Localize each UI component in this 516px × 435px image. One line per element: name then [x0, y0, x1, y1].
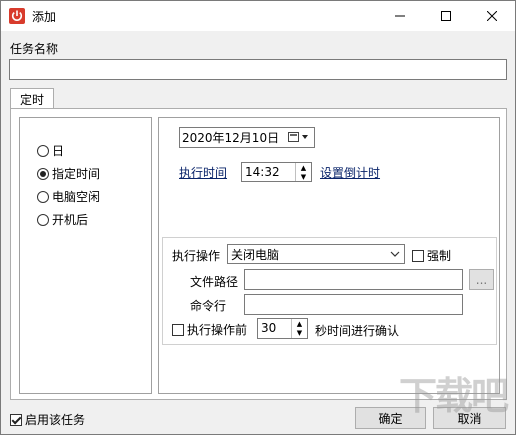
radio-label: 电脑空闲 — [52, 190, 101, 204]
confirm-suffix-label: 秒时间进行确认 — [315, 324, 400, 338]
confirm-seconds-value: 30 — [261, 321, 277, 335]
confirm-before-label: 执行操作前 — [187, 323, 248, 337]
date-value: 2020年12月10日 — [182, 131, 280, 145]
watermark-logo: 下载吧 — [398, 374, 509, 418]
radio-label: 日 — [52, 144, 65, 158]
close-icon — [487, 11, 497, 21]
minimize-button[interactable] — [377, 1, 423, 31]
title-bar: 添加 — [1, 1, 515, 31]
radio-circle — [37, 167, 49, 180]
radio-idle[interactable]: 电脑空闲 — [37, 188, 100, 205]
action-selected-value: 关闭电脑 — [231, 247, 280, 262]
radio-circle — [37, 190, 49, 203]
enable-task-label: 启用该任务 — [25, 413, 86, 427]
minimize-icon — [395, 15, 405, 17]
countdown-link[interactable]: 设置倒计时 — [320, 164, 380, 181]
radio-label: 指定时间 — [52, 167, 101, 181]
force-label: 强制 — [427, 249, 452, 263]
command-input[interactable] — [244, 294, 463, 315]
exec-time-link[interactable]: 执行时间 — [179, 164, 227, 181]
tab-schedule[interactable]: 定时 — [10, 88, 54, 109]
date-picker[interactable]: 2020年12月10日 — [179, 127, 315, 148]
window-title: 添加 — [32, 10, 57, 24]
file-path-label: 文件路径 — [190, 275, 239, 289]
force-checkbox[interactable]: 强制 — [412, 247, 451, 264]
action-select[interactable]: 关闭电脑 — [227, 244, 405, 264]
maximize-icon — [441, 11, 451, 21]
checkbox-box — [412, 249, 424, 262]
trigger-group: 日 指定时间 电脑空闲 开机后 — [19, 117, 152, 394]
task-name-input[interactable] — [9, 59, 507, 80]
task-name-label: 任务名称 — [10, 42, 59, 56]
spin-down-icon[interactable]: ▼ — [292, 329, 307, 339]
browse-button[interactable]: ... — [469, 269, 494, 290]
action-group: 执行操作 关闭电脑 强制 文件路径 ... 命令行 执行操作前 30 ▲ ▼ 秒… — [162, 237, 497, 345]
radio-day[interactable]: 日 — [37, 142, 64, 159]
time-spin-arrows[interactable]: ▲ ▼ — [295, 163, 311, 181]
action-label: 执行操作 — [172, 249, 221, 263]
spin-up-icon[interactable]: ▲ — [296, 163, 311, 172]
file-path-input[interactable] — [244, 269, 463, 290]
radio-label: 开机后 — [52, 213, 89, 227]
schedule-group: 2020年12月10日 执行时间 14:32 ▲ ▼ 设置倒计时 执行操作 关闭… — [158, 117, 500, 394]
chevron-down-icon — [390, 248, 400, 262]
calendar-dropdown-icon[interactable] — [288, 131, 310, 146]
spin-down-icon[interactable]: ▼ — [296, 172, 311, 181]
enable-task-checkbox[interactable]: 启用该任务 — [10, 411, 85, 428]
confirm-seconds-spinner[interactable]: 30 ▲ ▼ — [257, 318, 308, 339]
spin-up-icon[interactable]: ▲ — [292, 319, 307, 329]
dialog-window: 添加 任务名称 定时 日 指定时间 电脑空闲 开机后 2020年12月10日 执… — [0, 0, 516, 435]
confirm-before-checkbox[interactable]: 执行操作前 — [172, 321, 247, 338]
radio-after-boot[interactable]: 开机后 — [37, 211, 88, 228]
tab-panel: 日 指定时间 电脑空闲 开机后 2020年12月10日 执行时间 14:32 ▲… — [10, 108, 507, 400]
close-button[interactable] — [469, 1, 515, 31]
command-label: 命令行 — [190, 299, 227, 313]
time-spinner[interactable]: 14:32 ▲ ▼ — [241, 162, 312, 182]
maximize-button[interactable] — [423, 1, 469, 31]
checkbox-box — [172, 323, 184, 336]
radio-circle — [37, 144, 49, 157]
power-icon — [9, 8, 25, 24]
time-value: 14:32 — [245, 165, 280, 179]
checkbox-box — [10, 413, 22, 426]
radio-specific-time[interactable]: 指定时间 — [37, 165, 100, 182]
seconds-spin-arrows[interactable]: ▲ ▼ — [291, 319, 307, 338]
radio-circle — [37, 213, 49, 226]
